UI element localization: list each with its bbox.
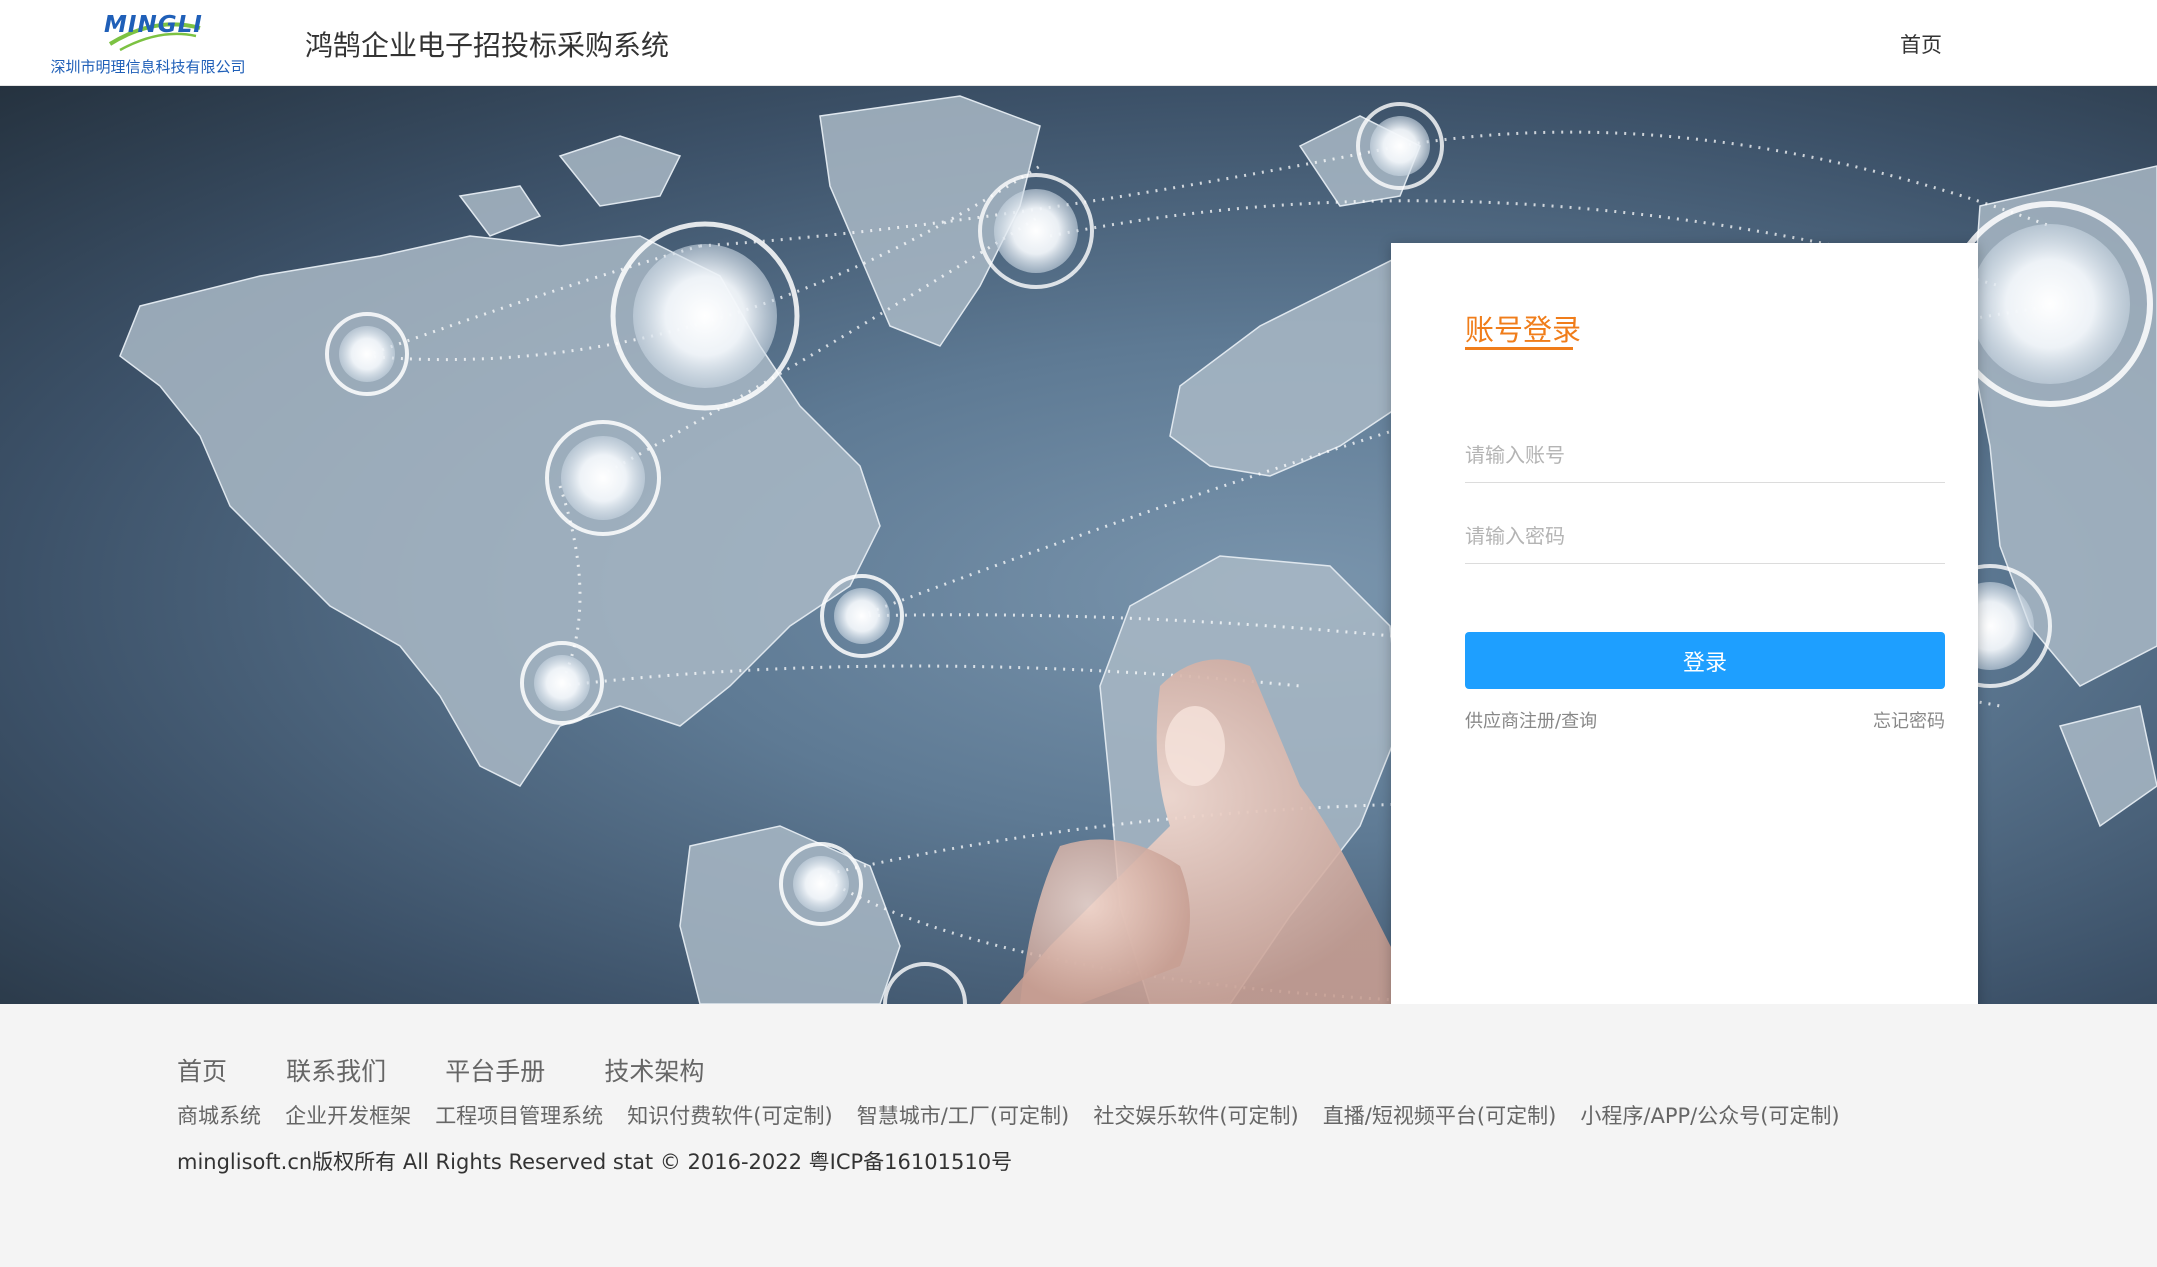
hero-banner: 账号登录 登录 供应商注册/查询 忘记密码 xyxy=(0,86,2157,1004)
footer-product-link[interactable]: 工程项目管理系统 xyxy=(435,1100,603,1130)
login-button[interactable]: 登录 xyxy=(1465,632,1945,689)
logo-wordmark: MINGLI xyxy=(104,12,203,38)
footer-nav: 首页 联系我们 平台手册 技术架构 xyxy=(177,1052,758,1088)
footer-nav-home[interactable]: 首页 xyxy=(177,1052,227,1088)
login-title-underline xyxy=(1465,347,1573,350)
supplier-register-link[interactable]: 供应商注册/查询 xyxy=(1465,707,1597,733)
system-title: 鸿鹄企业电子招投标采购系统 xyxy=(305,29,670,62)
account-input[interactable] xyxy=(1465,427,1945,483)
page-footer: 首页 联系我们 平台手册 技术架构 商城系统 企业开发框架 工程项目管理系统 知… xyxy=(0,1004,2157,1267)
footer-nav-architecture[interactable]: 技术架构 xyxy=(604,1052,704,1088)
footer-product-link[interactable]: 社交娱乐软件(可定制) xyxy=(1093,1100,1298,1130)
login-title: 账号登录 xyxy=(1465,313,1582,347)
nav-home-link[interactable]: 首页 xyxy=(1900,29,1942,59)
footer-product-link[interactable]: 企业开发框架 xyxy=(285,1100,411,1130)
logo-company-name: 深圳市明理信息科技有限公司 xyxy=(50,58,246,76)
forgot-password-link[interactable]: 忘记密码 xyxy=(1873,707,1945,733)
footer-product-link[interactable]: 智慧城市/工厂(可定制) xyxy=(857,1100,1069,1130)
footer-nav-manual[interactable]: 平台手册 xyxy=(445,1052,545,1088)
footer-product-link[interactable]: 直播/短视频平台(可定制) xyxy=(1323,1100,1556,1130)
footer-nav-contact[interactable]: 联系我们 xyxy=(286,1052,386,1088)
password-input[interactable] xyxy=(1465,508,1945,564)
top-header: MINGLI 深圳市明理信息科技有限公司 鸿鹄企业电子招投标采购系统 首页 xyxy=(0,0,2157,86)
footer-copyright: minglisoft.cn版权所有 All Rights Reserved st… xyxy=(177,1150,1013,1174)
company-logo[interactable]: MINGLI 深圳市明理信息科技有限公司 xyxy=(40,6,256,80)
footer-product-link[interactable]: 商城系统 xyxy=(177,1100,261,1130)
footer-product-link[interactable]: 小程序/APP/公众号(可定制) xyxy=(1580,1100,1839,1130)
login-panel: 账号登录 登录 供应商注册/查询 忘记密码 xyxy=(1391,243,1978,1004)
footer-product-link[interactable]: 知识付费软件(可定制) xyxy=(627,1100,832,1130)
footer-product-links: 商城系统 企业开发框架 工程项目管理系统 知识付费软件(可定制) 智慧城市/工厂… xyxy=(177,1100,1859,1130)
